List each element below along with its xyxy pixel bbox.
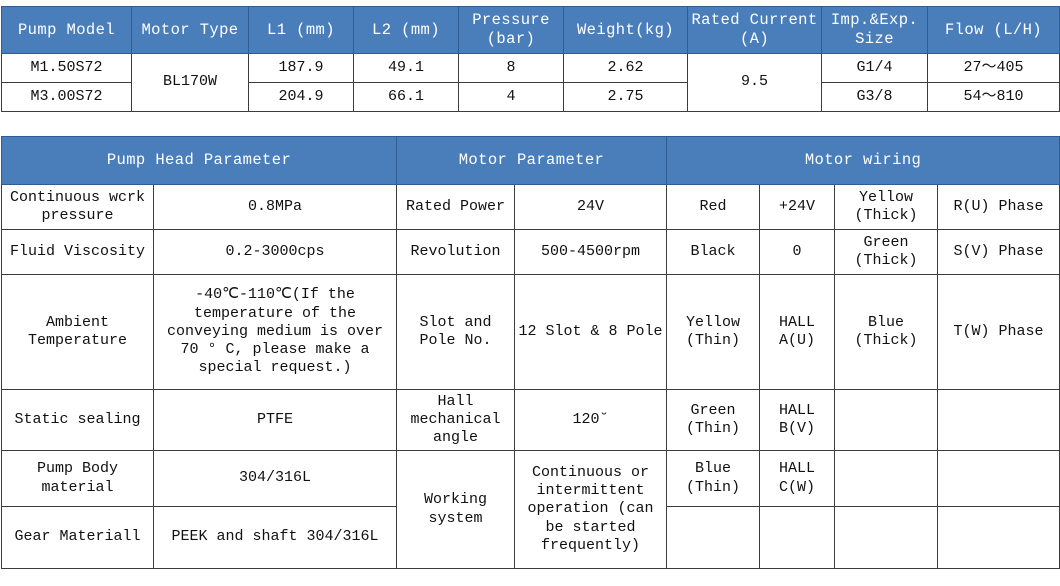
table-spacer bbox=[0, 112, 1060, 136]
wiring-signal: +24V bbox=[759, 184, 835, 230]
wiring-wire-2: Blue (Thick) bbox=[834, 274, 938, 390]
parameter-table: Pump Head Parameter Motor Parameter Moto… bbox=[1, 136, 1060, 569]
cell-pressure: 4 bbox=[458, 82, 564, 112]
column-header-weight: Weight(kg) bbox=[563, 6, 688, 54]
column-header-pump-model: Pump Model bbox=[1, 6, 132, 54]
pump-head-label: Fluid Viscosity bbox=[1, 229, 154, 275]
motor-param-value: 120˘ bbox=[514, 389, 667, 451]
cell-weight: 2.62 bbox=[563, 53, 688, 83]
motor-param-value: 12 Slot & 8 Pole bbox=[514, 274, 667, 390]
pump-head-value: 304/316L bbox=[153, 450, 397, 507]
column-header-motor-type: Motor Type bbox=[131, 6, 249, 54]
group-header-motor-wiring: Motor wiring bbox=[665, 136, 1060, 185]
table-row: Static sealing PTFE Hall mechanical angl… bbox=[1, 389, 1060, 451]
cell-imp-exp-size: G1/4 bbox=[821, 53, 928, 83]
pump-head-label: Continuous wcrk pressure bbox=[1, 184, 154, 230]
motor-param-label: Slot and Pole No. bbox=[396, 274, 515, 390]
column-header-imp-exp-size: Imp.&Exp. Size bbox=[821, 6, 928, 54]
cell-pump-model: M1.50S72 bbox=[1, 53, 132, 83]
wiring-signal: HALL C(W) bbox=[759, 450, 835, 507]
wiring-signal: HALL A(U) bbox=[759, 274, 835, 390]
pump-head-value: PEEK and shaft 304/316L bbox=[153, 506, 397, 569]
wiring-wire-2 bbox=[834, 506, 938, 569]
wiring-wire-2: Yellow (Thick) bbox=[834, 184, 938, 230]
wiring-wire bbox=[666, 506, 760, 569]
pump-head-value: 0.8MPa bbox=[153, 184, 397, 230]
table-row: Ambient Temperature -40℃-110℃(If the tem… bbox=[1, 274, 1060, 390]
cell-flow: 54～810 bbox=[927, 82, 1060, 112]
wiring-signal: HALL B(V) bbox=[759, 389, 835, 451]
pump-head-label: Pump Body material bbox=[1, 450, 154, 507]
motor-param-label: Rated Power bbox=[396, 184, 515, 230]
motor-param-value: 500-4500rpm bbox=[514, 229, 667, 275]
pump-model-table: Pump Model Motor Type L1 (mm) L2 (mm) Pr… bbox=[1, 6, 1060, 112]
cell-weight: 2.75 bbox=[563, 82, 688, 112]
pump-head-value: PTFE bbox=[153, 389, 397, 451]
cell-l2: 49.1 bbox=[353, 53, 459, 83]
wiring-wire: Green (Thin) bbox=[666, 389, 760, 451]
cell-pump-model: M3.00S72 bbox=[1, 82, 132, 112]
wiring-wire-2: Green (Thick) bbox=[834, 229, 938, 275]
motor-param-label: Hall mechanical angle bbox=[396, 389, 515, 451]
table-group-header-row: Pump Head Parameter Motor Parameter Moto… bbox=[1, 136, 1060, 185]
wiring-phase: S(V) Phase bbox=[936, 229, 1060, 275]
pump-head-label: Ambient Temperature bbox=[1, 274, 154, 390]
cell-imp-exp-size: G3/8 bbox=[821, 82, 928, 112]
cell-l2: 66.1 bbox=[353, 82, 459, 112]
motor-param-label: Revolution bbox=[396, 229, 515, 275]
wiring-wire: Red bbox=[666, 184, 760, 230]
motor-param-value: Continuous or intermittent operation (ca… bbox=[514, 450, 667, 569]
wiring-wire-2 bbox=[834, 389, 938, 451]
column-header-flow: Flow (L/H) bbox=[927, 6, 1060, 54]
table-row: M1.50S72 BL170W 187.9 49.1 8 2.62 9.5 G1… bbox=[1, 53, 1060, 112]
table-header-row: Pump Model Motor Type L1 (mm) L2 (mm) Pr… bbox=[1, 6, 1060, 54]
table-row: Fluid Viscosity 0.2-3000cps Revolution 5… bbox=[1, 229, 1060, 275]
column-header-l2: L2 (mm) bbox=[353, 6, 459, 54]
wiring-phase bbox=[936, 389, 1060, 451]
pump-head-value: -40℃-110℃(If the temperature of the conv… bbox=[153, 274, 397, 390]
wiring-phase bbox=[936, 506, 1060, 569]
wiring-wire-2 bbox=[834, 450, 938, 507]
column-header-rated-current: Rated Current (A) bbox=[687, 6, 822, 54]
table-row: Pump Body material 304/316L Working syst… bbox=[1, 450, 1060, 569]
pump-head-label: Static sealing bbox=[1, 389, 154, 451]
pump-head-label: Gear Materiall bbox=[1, 506, 154, 569]
wiring-phase: T(W) Phase bbox=[936, 274, 1060, 390]
column-header-l1: L1 (mm) bbox=[248, 6, 354, 54]
wiring-wire: Blue (Thin) bbox=[666, 450, 760, 507]
wiring-signal bbox=[759, 506, 835, 569]
pump-head-value: 0.2-3000cps bbox=[153, 229, 397, 275]
cell-l1: 204.9 bbox=[248, 82, 354, 112]
wiring-wire: Black bbox=[666, 229, 760, 275]
wiring-wire: Yellow (Thin) bbox=[666, 274, 760, 390]
cell-rated-current: 9.5 bbox=[687, 53, 822, 112]
group-header-motor-parameter: Motor Parameter bbox=[396, 136, 667, 185]
cell-l1: 187.9 bbox=[248, 53, 354, 83]
cell-pressure: 8 bbox=[458, 53, 564, 83]
cell-motor-type: BL170W bbox=[131, 53, 249, 112]
motor-param-label: Working system bbox=[396, 450, 515, 569]
wiring-phase bbox=[936, 450, 1060, 507]
wiring-signal: 0 bbox=[759, 229, 835, 275]
group-header-pump-head-parameter: Pump Head Parameter bbox=[1, 136, 397, 185]
table-row: Continuous wcrk pressure 0.8MPa Rated Po… bbox=[1, 184, 1060, 230]
cell-flow: 27～405 bbox=[927, 53, 1060, 83]
motor-param-value: 24V bbox=[514, 184, 667, 230]
wiring-phase: R(U) Phase bbox=[936, 184, 1060, 230]
spec-sheet-page: Pump Model Motor Type L1 (mm) L2 (mm) Pr… bbox=[0, 6, 1060, 586]
column-header-pressure: Pressure (bar) bbox=[458, 6, 564, 54]
